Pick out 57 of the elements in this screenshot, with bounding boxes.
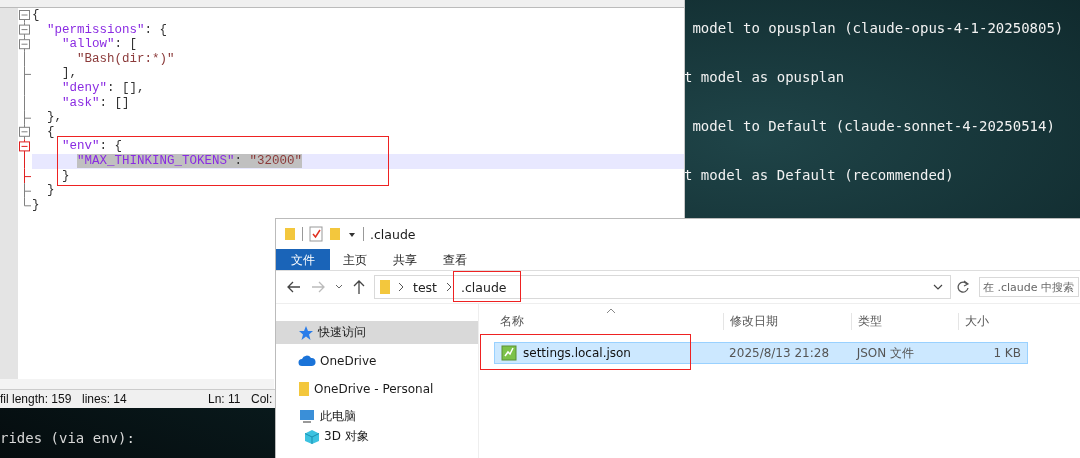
code-line: }	[32, 197, 40, 213]
terminal-line: model to opusplan (claude-opus-4-1-20250805)	[691, 19, 1064, 38]
search-field[interactable]: 在 .claude 中搜索	[979, 277, 1079, 297]
column-header[interactable]: 类型	[851, 312, 958, 330]
code-line: },	[46, 110, 62, 125]
nav-item[interactable]: OneDrive - Personal	[276, 377, 478, 400]
code-line: "permissions": {	[46, 22, 168, 38]
terminal-line: t model as Default (recommended)	[684, 166, 955, 185]
file-date: 2025/8/13 21:28	[728, 346, 831, 360]
file-row[interactable]: settings.local.json 2025/8/13 21:28 JSON 文件 1 KB	[494, 342, 1028, 364]
cloud-icon	[298, 353, 316, 368]
file-size: 1 KB	[992, 346, 1022, 360]
terminal-line: model to Default (claude-sonnet-4-20250514)	[691, 117, 1056, 136]
refresh-icon[interactable]	[955, 279, 971, 295]
code-line: "env": {	[61, 139, 123, 154]
sort-caret-icon	[606, 308, 616, 314]
code-line: "MAX_THINKING_TOKENS": "32000"	[76, 153, 303, 169]
code-line: {	[46, 124, 55, 140]
breadcrumb[interactable]: test	[411, 279, 439, 295]
nav-item[interactable]: 快速访问	[276, 321, 478, 344]
computer-icon	[298, 408, 316, 425]
column-header[interactable]: 大小	[958, 312, 1028, 330]
nav-item[interactable]: 3D 对象	[276, 425, 478, 448]
code-line: ],	[61, 66, 77, 81]
column-header[interactable]: 名称	[494, 312, 723, 330]
terminal-line: rides (via env):	[0, 429, 135, 448]
json-file-icon	[501, 345, 517, 361]
chevron-right-icon	[396, 281, 406, 293]
code-line: "Bash(dir:*)"	[76, 51, 175, 67]
code-line: }	[46, 183, 55, 198]
cube-icon	[304, 428, 320, 445]
code-line: "deny": [],	[61, 80, 145, 96]
folder-icon	[379, 279, 391, 295]
folder-icon	[298, 380, 310, 397]
star-icon	[298, 324, 314, 341]
status-text: Col:	[251, 391, 273, 408]
nav-item[interactable]: OneDrive	[276, 349, 478, 372]
horizontal-scrollbar[interactable]	[0, 379, 274, 389]
code-line: "ask": []	[61, 95, 130, 111]
code-line: "allow": [	[61, 37, 138, 52]
terminal-line: t model as opusplan	[684, 68, 846, 87]
chevron-right-icon	[444, 281, 454, 293]
status-text: fil length: 159	[0, 391, 72, 408]
up-arrow-icon[interactable]	[352, 279, 366, 295]
column-header[interactable]: 修改日期	[723, 312, 851, 330]
status-text: lines: 14	[82, 391, 127, 408]
file-type: JSON 文件	[855, 344, 916, 362]
window-title: .claude	[370, 226, 416, 242]
checked-document-icon[interactable]	[309, 226, 323, 242]
code-line: }	[61, 168, 70, 184]
breadcrumb[interactable]: .claude	[459, 279, 509, 295]
ribbon-tab[interactable]: 文件	[276, 249, 330, 270]
nav-item[interactable]: 此电脑	[276, 405, 478, 428]
file-name: settings.local.json	[523, 346, 631, 360]
status-text: Ln: 11	[208, 391, 241, 408]
code-line: {	[32, 8, 40, 23]
back-arrow-icon[interactable]	[286, 280, 302, 294]
